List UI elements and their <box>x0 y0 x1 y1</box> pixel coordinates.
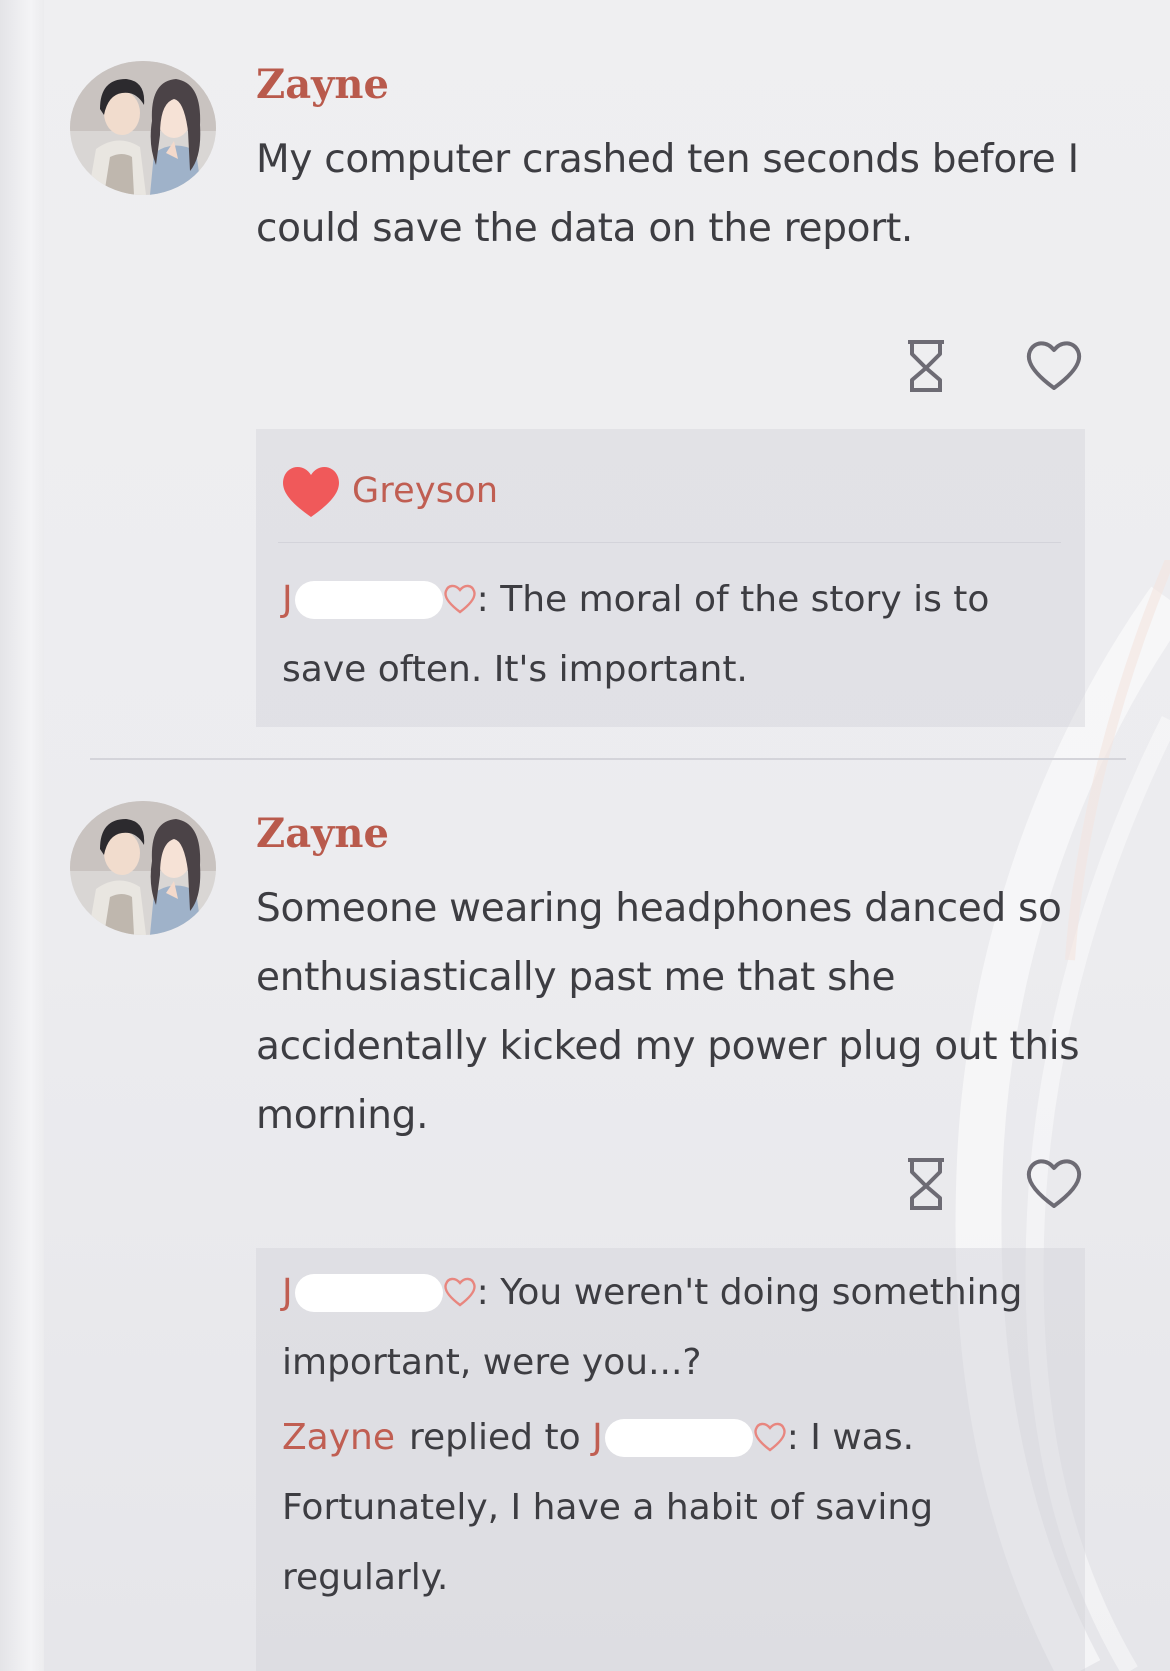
hourglass-icon[interactable] <box>896 336 956 396</box>
reply-box: Greyson J: The moral of the story is to … <box>256 429 1085 727</box>
replied-to-label: replied to <box>409 1417 581 1458</box>
heart-outline-small-icon <box>443 584 476 614</box>
heart-outline-icon[interactable] <box>1024 1154 1084 1214</box>
reply-target-name[interactable]: J <box>592 1417 603 1458</box>
redacted-name <box>294 581 443 619</box>
reply-author-name[interactable]: Zayne <box>282 1417 395 1458</box>
likes-row: Greyson <box>280 463 498 519</box>
reply-divider <box>278 542 1061 543</box>
post-text: Someone wearing headphones danced so ent… <box>256 886 1080 1138</box>
heart-outline-small-icon <box>754 1422 786 1452</box>
post-author[interactable]: Zayne <box>256 814 389 854</box>
reply-box: J: You weren't doing something important… <box>256 1248 1085 1671</box>
redacted-name <box>604 1419 753 1457</box>
comment-reply[interactable]: Zayne replied to J: I was. Fortunately, I… <box>282 1403 1062 1613</box>
redacted-name <box>294 1274 443 1312</box>
post-divider <box>90 758 1126 760</box>
liker-name[interactable]: Greyson <box>352 471 498 511</box>
commenter-name[interactable]: J <box>282 579 293 620</box>
post-text: My computer crashed ten seconds before I… <box>256 137 1079 251</box>
post-author[interactable]: Zayne <box>256 65 389 105</box>
heart-outline-small-icon <box>443 1277 476 1307</box>
heart-filled-icon <box>283 466 339 517</box>
avatar[interactable] <box>70 61 216 195</box>
left-edge-strip <box>0 0 44 1671</box>
commenter-name[interactable]: J <box>282 1272 293 1313</box>
heart-outline-icon[interactable] <box>1024 336 1084 396</box>
hourglass-icon[interactable] <box>896 1154 956 1214</box>
avatar[interactable] <box>70 801 216 935</box>
comment[interactable]: J: The moral of the story is to save oft… <box>282 565 1062 705</box>
comment[interactable]: J: You weren't doing something important… <box>282 1258 1062 1398</box>
